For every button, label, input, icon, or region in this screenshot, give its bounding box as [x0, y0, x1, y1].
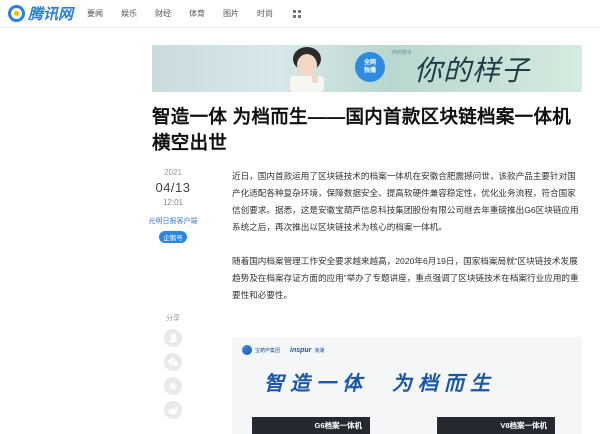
inspur-cn: 浪潮 — [314, 347, 325, 354]
nav-menu: 要闻 娱乐 财经 体育 图片 时尚 — [87, 8, 291, 19]
article-paragraph: 近日，国内首款运用了区块链技术的档案一体机在安徽合肥震撼问世，该款产品主要针对国… — [232, 171, 579, 232]
figure-slogan-right: 为档而生 — [392, 371, 496, 395]
article-paragraph: 随着国内档案管理工作安全要求越来越高，2020年6月19日，国家档案局就“区块链… — [232, 256, 579, 300]
banner-ad[interactable]: 全网 独播 你的样子 你的样子 — [152, 45, 582, 92]
article-image: 宝葫芦集团 inspur 浪潮 智造一体 为档而生 G6档案一体机 V8档案一体机 — [232, 337, 582, 434]
banner-slogan: 你的样子 — [414, 54, 531, 87]
star-icon — [168, 381, 178, 391]
source-badge[interactable]: 企鹅号 — [159, 231, 187, 243]
share-weibo-button[interactable] — [164, 401, 182, 419]
top-nav: 腾讯网 要闻 娱乐 财经 体育 图片 时尚 — [0, 0, 600, 28]
share-qq-button[interactable] — [164, 329, 182, 347]
product-label-v8: V8档案一体机 — [437, 417, 555, 434]
figure-brand-row: 宝葫芦集团 inspur 浪潮 — [232, 337, 582, 355]
weibo-icon — [167, 406, 178, 414]
more-grid-icon[interactable] — [293, 9, 302, 18]
share-wechat-button[interactable] — [164, 353, 182, 371]
nav-item-news[interactable]: 要闻 — [87, 8, 103, 19]
wechat-icon — [167, 357, 179, 367]
figure-slogan-left: 智造一体 — [264, 371, 368, 395]
inspur-logo: inspur — [290, 346, 312, 354]
banner-tag: 你的样子 — [392, 50, 413, 56]
article-title: 智造一体 为档而生——国内首款区块链档案一体机横空出世 — [152, 106, 572, 153]
figure-slogan: 智造一体 为档而生 — [264, 367, 496, 396]
publish-date: 04/13 — [155, 180, 191, 195]
nav-item-pictures[interactable]: 图片 — [223, 8, 239, 19]
share-panel: 分享 — [140, 313, 206, 419]
logo-text: 腾讯网 — [28, 6, 74, 23]
product-label-g6: G6档案一体机 — [252, 417, 370, 434]
exclusive-badge: 全网 独播 — [355, 52, 385, 82]
qq-penguin-icon — [169, 333, 177, 343]
article-meta: 2021 04/13 12:01 光明日报客户端 企鹅号 — [140, 168, 206, 245]
nav-item-finance[interactable]: 财经 — [155, 8, 171, 19]
article-source-link[interactable]: 光明日报客户端 — [140, 217, 206, 227]
publish-year: 2021 — [164, 168, 182, 177]
nav-item-entertainment[interactable]: 娱乐 — [121, 8, 137, 19]
baohulu-logo-icon — [242, 345, 252, 355]
figure-brand: 宝葫芦集团 — [255, 347, 281, 354]
article-body: 近日，国内首款运用了区块链技术的档案一体机在安徽合肥震撼问世，该款产品主要针对国… — [232, 168, 584, 321]
nav-item-fashion[interactable]: 时尚 — [257, 8, 273, 19]
qq-logo-icon — [8, 5, 25, 22]
nav-item-sports[interactable]: 体育 — [189, 8, 205, 19]
site-logo[interactable]: 腾讯网 — [8, 0, 73, 28]
person-illustration-icon — [290, 47, 324, 92]
share-favorite-button[interactable] — [164, 377, 182, 395]
publish-time: 12:01 — [162, 198, 184, 207]
share-label: 分享 — [166, 315, 180, 322]
